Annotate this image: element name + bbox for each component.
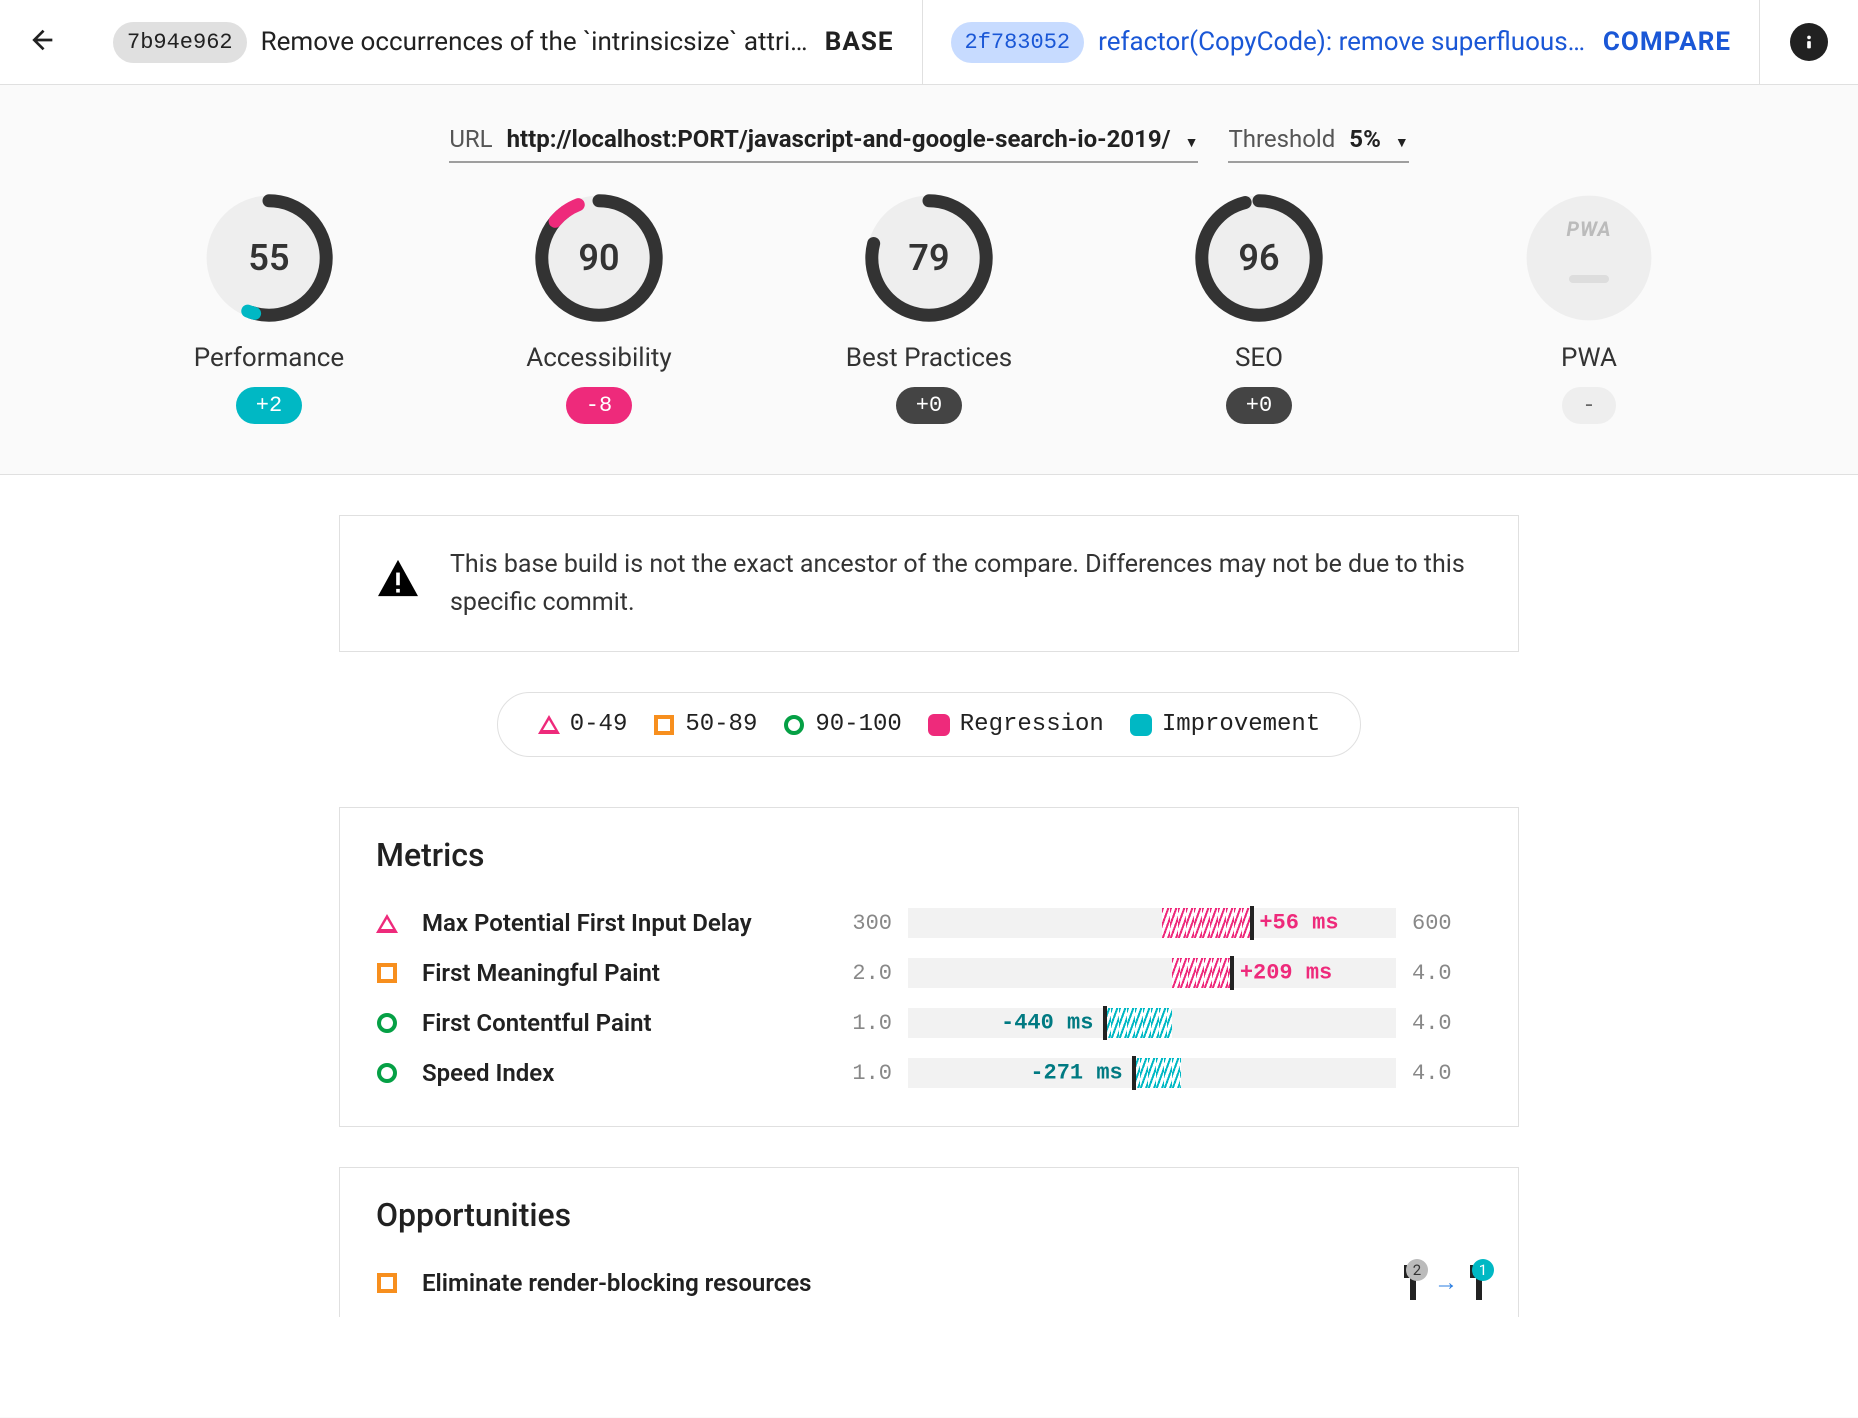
gauge-delta: - bbox=[1562, 387, 1615, 424]
comparison-header: 7b94e962 Remove occurrences of the `intr… bbox=[0, 0, 1858, 85]
opportunities-panel: Opportunities Eliminate render-blocking … bbox=[339, 1167, 1519, 1317]
threshold-value: 5% bbox=[1349, 125, 1381, 153]
gauge-delta: +0 bbox=[1226, 387, 1292, 424]
metrics-title: Metrics bbox=[376, 836, 1482, 874]
info-button[interactable] bbox=[1790, 23, 1828, 61]
arrow-right-icon: → bbox=[1434, 1268, 1458, 1297]
chevron-down-icon: ▼ bbox=[1395, 134, 1409, 151]
gauge-title: PWA bbox=[1489, 343, 1689, 373]
legend-range-1: 50-89 bbox=[685, 711, 757, 738]
metric-max: 4.0 bbox=[1412, 1061, 1482, 1086]
metric-min: 300 bbox=[822, 911, 892, 936]
gauge-score: 96 bbox=[1194, 193, 1324, 323]
ancestor-warning: This base build is not the exact ancesto… bbox=[339, 515, 1519, 652]
metric-name: First Contentful Paint bbox=[422, 1009, 822, 1037]
base-page-icon: 2 bbox=[1410, 1269, 1416, 1297]
metric-min: 1.0 bbox=[822, 1061, 892, 1086]
metric-bar: -271 ms bbox=[908, 1058, 1396, 1088]
base-hash: 7b94e962 bbox=[113, 22, 247, 63]
gauge-accessibility[interactable]: 90 Accessibility -8 bbox=[499, 193, 699, 424]
score-legend: 0-49 50-89 90-100 Regression Improvement bbox=[497, 692, 1362, 757]
base-count-badge: 2 bbox=[1406, 1259, 1428, 1281]
gauge-pwa[interactable]: PWA PWA - bbox=[1489, 193, 1689, 424]
metric-name: Max Potential First Input Delay bbox=[422, 909, 822, 937]
gauge-score: 79 bbox=[864, 193, 994, 323]
metric-max: 600 bbox=[1412, 911, 1482, 936]
legend-regression: Regression bbox=[960, 711, 1104, 738]
warning-icon bbox=[376, 558, 420, 610]
square-icon bbox=[654, 715, 674, 735]
circle-icon bbox=[784, 715, 804, 735]
opportunities-title: Opportunities bbox=[376, 1196, 1482, 1234]
metric-shape-icon bbox=[376, 912, 422, 934]
gauge-title: Performance bbox=[169, 343, 369, 373]
metric-max: 4.0 bbox=[1412, 1011, 1482, 1036]
url-label: URL bbox=[449, 125, 492, 153]
metric-name: First Meaningful Paint bbox=[422, 959, 822, 987]
gauge-seo[interactable]: 96 SEO +0 bbox=[1159, 193, 1359, 424]
gauge-delta: -8 bbox=[566, 387, 632, 424]
base-tag: BASE bbox=[825, 27, 894, 57]
metric-name: Speed Index bbox=[422, 1059, 822, 1087]
gauge-best-practices[interactable]: 79 Best Practices +0 bbox=[829, 193, 1029, 424]
warning-text: This base build is not the exact ancesto… bbox=[450, 546, 1482, 621]
metric-bar: +209 ms bbox=[908, 958, 1396, 988]
metrics-panel: Metrics Max Potential First Input Delay … bbox=[339, 807, 1519, 1127]
opportunity-shape-icon bbox=[376, 1272, 422, 1294]
metric-min: 2.0 bbox=[822, 961, 892, 986]
gauge-title: SEO bbox=[1159, 343, 1359, 373]
back-button[interactable] bbox=[27, 24, 59, 61]
compare-tag: COMPARE bbox=[1603, 27, 1731, 57]
gauge-delta: +2 bbox=[236, 387, 302, 424]
compare-hash: 2f783052 bbox=[951, 22, 1085, 63]
chevron-down-icon: ▼ bbox=[1185, 134, 1199, 151]
gauge-delta: +0 bbox=[896, 387, 962, 424]
metric-shape-icon bbox=[376, 1012, 422, 1034]
url-value: http://localhost:PORT/javascript-and-goo… bbox=[507, 125, 1171, 153]
threshold-label: Threshold bbox=[1228, 125, 1335, 153]
metric-bar: -440 ms bbox=[908, 1008, 1396, 1038]
url-selector[interactable]: URL http://localhost:PORT/javascript-and… bbox=[449, 125, 1198, 163]
metric-row[interactable]: First Contentful Paint 1.0 -440 ms 4.0 bbox=[376, 998, 1482, 1048]
compare-page-icon: 1 bbox=[1476, 1269, 1482, 1297]
metric-row[interactable]: Max Potential First Input Delay 300 +56 … bbox=[376, 898, 1482, 948]
metric-shape-icon bbox=[376, 962, 422, 984]
gauge-title: Accessibility bbox=[499, 343, 699, 373]
threshold-selector[interactable]: Threshold 5% ▼ bbox=[1228, 125, 1408, 163]
gauge-performance[interactable]: 55 Performance +2 bbox=[169, 193, 369, 424]
legend-range-0: 0-49 bbox=[570, 711, 628, 738]
metric-min: 1.0 bbox=[822, 1011, 892, 1036]
pwa-icon: PWA bbox=[1524, 217, 1654, 241]
opportunity-row[interactable]: Eliminate render-blocking resources 2 → … bbox=[376, 1258, 1482, 1307]
triangle-icon bbox=[538, 715, 560, 734]
metric-row[interactable]: First Meaningful Paint 2.0 +209 ms 4.0 bbox=[376, 948, 1482, 998]
legend-range-2: 90-100 bbox=[815, 711, 901, 738]
base-commit[interactable]: 7b94e962 Remove occurrences of the `intr… bbox=[85, 0, 923, 84]
opportunity-name: Eliminate render-blocking resources bbox=[422, 1269, 1410, 1297]
legend-improvement: Improvement bbox=[1162, 711, 1320, 738]
compare-commit[interactable]: 2f783052 refactor(CopyCode): remove supe… bbox=[923, 0, 1761, 84]
category-gauges: 55 Performance +2 90 Accessibility -8 79… bbox=[0, 193, 1858, 424]
metric-max: 4.0 bbox=[1412, 961, 1482, 986]
compare-count-badge: 1 bbox=[1472, 1259, 1494, 1281]
gauge-score: 90 bbox=[534, 193, 664, 323]
metric-bar: +56 ms bbox=[908, 908, 1396, 938]
gauge-score: 55 bbox=[204, 193, 334, 323]
regression-swatch bbox=[928, 714, 950, 736]
metric-shape-icon bbox=[376, 1062, 422, 1084]
base-commit-message: Remove occurrences of the `intrinsicsize… bbox=[261, 27, 811, 57]
improvement-swatch bbox=[1130, 714, 1152, 736]
metric-row[interactable]: Speed Index 1.0 -271 ms 4.0 bbox=[376, 1048, 1482, 1098]
compare-commit-message: refactor(CopyCode): remove superfluous a… bbox=[1098, 27, 1589, 57]
gauge-title: Best Practices bbox=[829, 343, 1029, 373]
pwa-bar bbox=[1569, 275, 1609, 283]
controls-row: URL http://localhost:PORT/javascript-and… bbox=[0, 125, 1858, 163]
